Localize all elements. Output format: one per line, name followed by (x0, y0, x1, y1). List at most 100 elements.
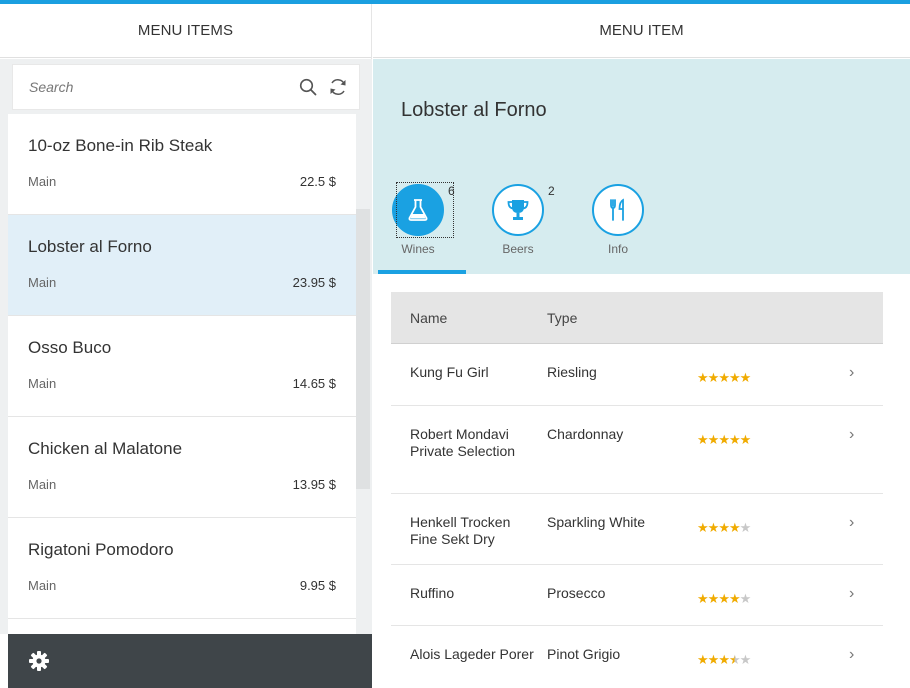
item-category: Main (28, 578, 57, 593)
table-row[interactable]: Henkell Trocken Fine Sekt Dry Sparkling … (391, 494, 883, 565)
rating-stars: ★★★★★ (697, 652, 752, 668)
table-row[interactable]: Ruffino Prosecco ★★★★★ › (391, 565, 883, 626)
list-item[interactable]: Rigatoni Pomodoro Main 9.95 $ (8, 518, 356, 619)
tab-label: Info (607, 242, 628, 256)
star-icon: ★ (718, 591, 730, 606)
wines-table: Name Type Kung Fu Girl Riesling ★★★★★ › … (391, 292, 883, 688)
star-icon: ★ (739, 591, 752, 606)
item-price: 22.5 $ (299, 174, 336, 189)
search-bar (12, 64, 360, 110)
rating-stars: ★★★★★ (697, 591, 752, 607)
star-icon: ★ (697, 591, 709, 606)
item-name: Lobster al Forno (28, 237, 152, 256)
star-icon: ★ (728, 432, 741, 447)
chevron-right-icon: › (849, 646, 855, 663)
star-icon: ★ (739, 370, 752, 385)
wine-type: Chardonnay (547, 426, 624, 442)
table-row[interactable]: Kung Fu Girl Riesling ★★★★★ › (391, 344, 883, 406)
master-pane: MENU ITEMS 10-oz Bone-in Rib Steak Main … (0, 4, 372, 688)
item-name: Osso Buco (28, 338, 112, 357)
table-header: Name Type (391, 292, 883, 344)
item-price: 13.95 $ (292, 477, 336, 492)
master-title: MENU ITEMS (0, 4, 371, 58)
star-icon: ★ (739, 432, 752, 447)
tab-label: Wines (401, 242, 435, 256)
object-title: Lobster al Forno (401, 99, 547, 121)
star-icon: ★ (707, 432, 720, 447)
active-tab-indicator (378, 270, 466, 274)
table-row[interactable]: Robert Mondavi Private Selection Chardon… (391, 406, 883, 494)
star-icon: ★ (697, 520, 709, 535)
wine-name: Ruffino (410, 585, 455, 601)
master-content: 10-oz Bone-in Rib Steak Main 22.5 $ Lobs… (0, 59, 372, 634)
item-category: Main (28, 174, 57, 189)
star-icon: ★ (707, 520, 720, 535)
wine-type: Pinot Grigio (547, 646, 621, 662)
trophy-icon (492, 184, 544, 236)
star-icon: ★ (739, 652, 752, 667)
item-name: Rigatoni Pomodoro (28, 540, 174, 559)
star-icon: ★ (697, 370, 709, 385)
item-category: Main (28, 477, 57, 492)
chevron-right-icon: › (849, 364, 855, 381)
detail-pane: MENU ITEM Lobster al Forno 6 Wines 2 Bee… (373, 4, 910, 688)
master-footer (8, 634, 372, 688)
star-icon: ★ (728, 652, 741, 667)
wine-type: Prosecco (547, 585, 606, 601)
list-item[interactable]: Chicken al Malatone Main 13.95 $ (8, 417, 356, 518)
tab-count: 2 (548, 184, 555, 198)
column-header-name: Name (410, 310, 448, 326)
item-name: Chicken al Malatone (28, 439, 183, 458)
item-category: Main (28, 275, 57, 290)
gear-icon[interactable] (28, 650, 50, 672)
tab-label: Beers (502, 242, 534, 256)
rating-stars: ★★★★★ (697, 370, 752, 386)
wine-name: Kung Fu Girl (410, 364, 489, 380)
star-icon: ★ (707, 370, 720, 385)
chevron-right-icon: › (849, 585, 855, 602)
tab-count: 6 (448, 184, 455, 198)
list-item[interactable]: Lobster al Forno Main 23.95 $ (8, 215, 356, 316)
star-icon: ★ (728, 591, 741, 606)
star-icon: ★ (697, 432, 709, 447)
rating-stars: ★★★★★ (697, 432, 752, 448)
star-icon: ★ (707, 652, 720, 667)
star-icon: ★ (697, 652, 709, 667)
item-price: 9.95 $ (299, 578, 336, 593)
search-icon[interactable] (293, 72, 323, 102)
list-item[interactable]: Osso Buco Main 14.65 $ (8, 316, 356, 417)
star-icon: ★ (718, 652, 730, 667)
cutlery-icon (592, 184, 644, 236)
tab-wines[interactable]: 6 Wines (378, 179, 455, 274)
rating-stars: ★★★★★ (697, 520, 752, 536)
item-name: 10-oz Bone-in Rib Steak (28, 136, 213, 155)
list-scrollbar[interactable] (356, 209, 370, 489)
star-icon: ★ (739, 520, 752, 535)
menu-items-list: 10-oz Bone-in Rib Steak Main 22.5 $ Lobs… (8, 114, 356, 634)
chevron-right-icon: › (849, 426, 855, 443)
search-input[interactable] (13, 65, 293, 109)
list-item[interactable]: 10-oz Bone-in Rib Steak Main 22.5 $ (8, 114, 356, 215)
item-price: 14.65 $ (292, 376, 336, 391)
detail-title: MENU ITEM (373, 4, 910, 58)
wine-type: Sparkling White (547, 514, 646, 530)
wine-name: Henkell Trocken Fine Sekt Dry (410, 514, 511, 547)
tab-beers[interactable]: 2 Beers (478, 179, 555, 274)
wine-name: Robert Mondavi Private Selection (410, 426, 516, 459)
star-icon: ★ (707, 591, 720, 606)
table-row[interactable]: Alois Lageder Porer Pinot Grigio ★★★★★ › (391, 626, 883, 688)
tab-focus-indicator (396, 182, 454, 238)
refresh-icon[interactable] (323, 72, 353, 102)
wine-name: Alois Lageder Porer (410, 646, 534, 662)
item-category: Main (28, 376, 57, 391)
tab-info[interactable]: Info (578, 179, 650, 274)
icon-tab-bar: 6 Wines 2 Beers Info (373, 179, 910, 274)
object-header: Lobster al Forno 6 Wines 2 Beers Info (373, 59, 910, 274)
column-header-type: Type (547, 310, 578, 326)
star-icon: ★ (718, 370, 730, 385)
item-price: 23.95 $ (292, 275, 336, 290)
chevron-right-icon: › (849, 514, 855, 531)
star-icon: ★ (728, 520, 741, 535)
wine-type: Riesling (547, 364, 597, 380)
star-icon: ★ (718, 520, 730, 535)
